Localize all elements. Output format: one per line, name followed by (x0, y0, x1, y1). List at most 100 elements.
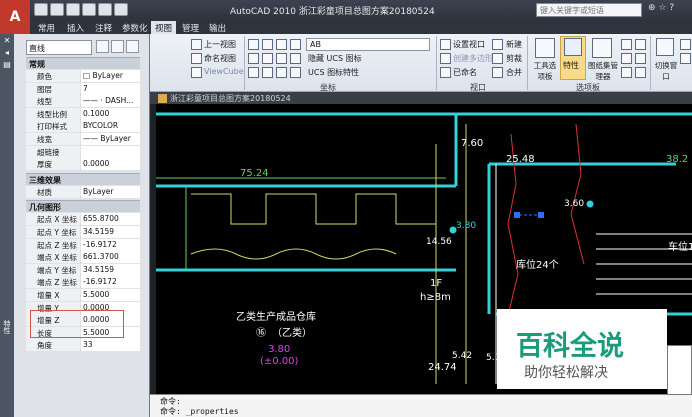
toggle-pickadd-icon[interactable] (96, 40, 109, 53)
ucs-icon[interactable] (248, 39, 259, 50)
ucs-dropdown[interactable]: AB (306, 38, 430, 51)
ucs-apply-icon[interactable] (276, 67, 287, 78)
viewcube-icon[interactable] (191, 67, 202, 78)
ucs-origin-icon[interactable] (276, 39, 287, 50)
tab-parametric[interactable]: 参数化 (118, 21, 152, 34)
property-value[interactable]: ByLayer (81, 185, 140, 198)
save-icon[interactable] (66, 3, 80, 16)
sheetset-manager-button[interactable]: 图纸集管理器 (586, 60, 620, 82)
join-viewport-button[interactable]: 合并 (506, 67, 522, 78)
properties-section-header[interactable]: 三维效果 (26, 172, 140, 185)
property-value[interactable]: BYCOLOR (81, 120, 140, 133)
ucs-x-icon[interactable] (248, 53, 259, 64)
named-view-button[interactable]: 命名视图 (204, 53, 236, 64)
palette-small-icon[interactable] (621, 53, 632, 64)
property-value[interactable]: 0.0000 (81, 158, 140, 171)
new-file-icon[interactable] (34, 3, 48, 16)
property-row[interactable]: 颜色 □ ByLayer (26, 70, 140, 82)
redo-icon[interactable] (98, 3, 112, 16)
ucs-z-icon[interactable] (276, 53, 287, 64)
property-row[interactable]: 线宽 —— ByLayer (26, 133, 140, 145)
palette-small-icon[interactable] (621, 39, 632, 50)
quick-select-icon[interactable] (126, 40, 139, 53)
clip-viewport-button[interactable]: 剪裁 (506, 53, 522, 64)
ucs-world-icon[interactable] (262, 39, 273, 50)
property-row[interactable]: 厚度 0.0000 (26, 158, 140, 171)
tab-insert[interactable]: 插入 (63, 21, 88, 34)
properties-button[interactable]: 特性 (563, 60, 579, 71)
palette-small-icon[interactable] (635, 67, 646, 78)
property-value[interactable]: -16.9172 (81, 276, 140, 289)
sheetset-icon[interactable] (592, 38, 612, 58)
tab-annotate[interactable]: 注释 (91, 21, 116, 34)
property-value[interactable]: 7 (81, 82, 140, 95)
property-row[interactable]: 超链接 (26, 145, 140, 158)
clip-viewport-icon[interactable] (492, 53, 503, 64)
tool-palettes-icon[interactable] (535, 38, 555, 58)
property-value[interactable]: 33 (81, 339, 140, 352)
autohide-icon[interactable]: ◂ (2, 48, 12, 58)
hide-ucs-icon-button[interactable]: 隐藏 UCS 图标 (308, 53, 362, 64)
window-tile-icon[interactable] (680, 39, 691, 50)
property-value[interactable]: 655.8700 (81, 213, 140, 226)
property-value[interactable]: -16.9172 (81, 238, 140, 251)
ucs-named-icon[interactable] (290, 67, 301, 78)
property-row[interactable]: 起点 Y 坐标 34.5159 (26, 226, 140, 238)
property-value[interactable]: —— · DASH... (81, 95, 140, 108)
property-value[interactable]: 34.5159 (81, 226, 140, 238)
switch-window-icon[interactable] (656, 38, 674, 56)
property-row[interactable]: 图层 7 (26, 82, 140, 95)
tab-output[interactable]: 输出 (205, 21, 230, 34)
palette-properties-icon[interactable]: ▤ (2, 60, 12, 70)
ucs-face-icon[interactable] (262, 67, 273, 78)
set-viewport-button[interactable]: 设置视口 (453, 39, 485, 50)
property-row[interactable]: 起点 Z 坐标 -16.9172 (26, 238, 140, 251)
tab-view[interactable]: 视图 (151, 21, 177, 34)
property-row[interactable]: 线型 —— · DASH... (26, 95, 140, 108)
property-value[interactable]: □ ByLayer (81, 70, 140, 82)
properties-section-header[interactable]: 常规 (26, 57, 140, 69)
property-value[interactable]: 0.1000 (81, 107, 140, 120)
property-row[interactable]: 材质 ByLayer (26, 185, 140, 198)
named-viewport-icon[interactable] (440, 67, 451, 78)
ucs-view-icon[interactable] (290, 39, 301, 50)
previous-view-icon[interactable] (191, 39, 202, 50)
join-viewport-icon[interactable] (492, 67, 503, 78)
ucs-icon-properties-button[interactable]: UCS 图标特性 (308, 67, 359, 78)
help-area[interactable]: ⊕ ☆ ? (648, 3, 692, 17)
property-value[interactable]: —— ByLayer (81, 133, 140, 145)
property-value[interactable]: 34.5159 (81, 263, 140, 276)
palette-small-icon[interactable] (621, 67, 632, 78)
property-row[interactable]: 打印样式 BYCOLOR (26, 120, 140, 133)
switch-window-button[interactable]: 切换窗口 (654, 60, 678, 82)
search-input[interactable]: 键入关键字或短语 (536, 3, 642, 17)
window-cascade-icon[interactable] (680, 53, 691, 64)
properties-icon[interactable] (564, 38, 582, 56)
property-row[interactable]: 角度 33 (26, 339, 140, 352)
open-file-icon[interactable] (50, 3, 64, 16)
tab-home[interactable]: 常用 (34, 21, 59, 34)
tab-manage[interactable]: 管理 (178, 21, 203, 34)
property-row[interactable]: 增量 X 5.5000 (26, 289, 140, 301)
property-value[interactable]: 5.5000 (81, 289, 140, 301)
property-row[interactable]: 线型比例 0.1000 (26, 107, 140, 120)
property-row[interactable]: 端点 Z 坐标 -16.9172 (26, 276, 140, 289)
property-row[interactable]: 端点 Y 坐标 34.5159 (26, 263, 140, 276)
polygonal-viewport-button[interactable]: 创建多边形 (453, 53, 493, 64)
property-row[interactable]: 端点 X 坐标 661.3700 (26, 251, 140, 264)
palette-small-icon[interactable] (635, 53, 646, 64)
ucs-y-icon[interactable] (262, 53, 273, 64)
named-viewport-button[interactable]: 已命名 (453, 67, 477, 78)
property-value[interactable]: 661.3700 (81, 251, 140, 264)
ucs-object-icon[interactable] (248, 67, 259, 78)
viewcube-button[interactable]: ViewCube (204, 67, 244, 76)
property-value[interactable] (81, 145, 140, 158)
polygonal-viewport-icon[interactable] (440, 53, 451, 64)
new-viewport-icon[interactable] (492, 39, 503, 50)
undo-icon[interactable] (82, 3, 96, 16)
new-viewport-button[interactable]: 新建 (506, 39, 522, 50)
tool-palettes-button[interactable]: 工具选项板 (531, 60, 559, 82)
previous-view-button[interactable]: 上一视图 (204, 39, 236, 50)
plot-icon[interactable] (114, 3, 128, 16)
viewport-location-icon[interactable] (440, 39, 451, 50)
